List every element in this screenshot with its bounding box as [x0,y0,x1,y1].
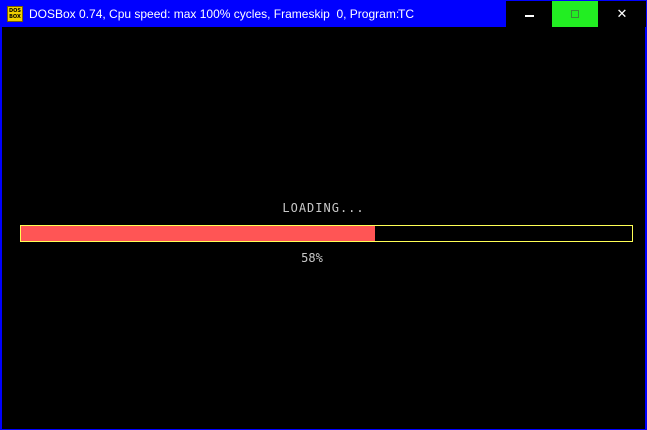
progress-percent: 58% [301,251,323,265]
window-title: DOSBox 0.74, Cpu speed: max 100% cycles,… [29,7,400,21]
close-icon: ✕ [616,6,628,22]
dos-screen[interactable]: LOADING... 58% [2,27,645,429]
minimize-icon [524,15,534,17]
dosbox-icon[interactable]: DOS BOX [7,6,23,22]
minimize-button[interactable] [506,1,552,27]
maximize-button[interactable] [552,1,598,27]
loading-label: LOADING... [282,201,365,215]
dosbox-window: DOS BOX DOSBox 0.74, Cpu speed: max 100%… [0,0,647,430]
close-button[interactable]: ✕ [598,1,646,27]
program-name: TC [398,7,414,21]
progress-bar [20,225,633,242]
progress-fill [21,226,376,241]
title-bar[interactable]: DOS BOX DOSBox 0.74, Cpu speed: max 100%… [1,1,646,27]
maximize-icon [571,10,579,18]
